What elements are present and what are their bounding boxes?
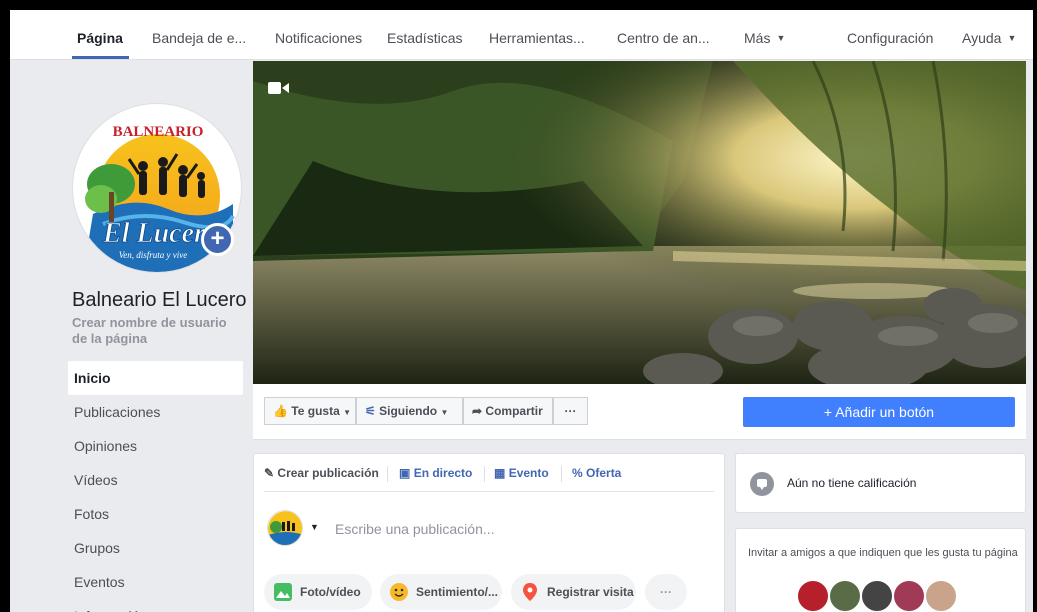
tab-offer-label: Oferta xyxy=(586,466,622,480)
following-button[interactable]: ⚟ Siguiendo ▼ xyxy=(356,397,463,425)
tab-separator xyxy=(484,466,485,482)
sidebar-item-fotos[interactable]: Fotos xyxy=(68,497,243,531)
feeling-label: Sentimiento/... xyxy=(416,585,499,599)
friend-avatar[interactable] xyxy=(860,579,894,612)
avatar-logo-image xyxy=(268,511,302,545)
nav-mas-label: Más xyxy=(744,30,771,46)
facebook-page-window: Página Bandeja de e... Notificaciones Es… xyxy=(10,10,1033,612)
nav-tab-bandeja[interactable]: Bandeja de e... xyxy=(152,30,246,46)
more-options-button[interactable]: ··· xyxy=(553,397,588,425)
caret-down-icon: ▼ xyxy=(776,33,786,43)
feeling-button[interactable]: Sentimiento/... xyxy=(380,574,502,610)
like-button-label: Te gusta xyxy=(291,404,340,418)
page-top-nav: Página Bandeja de e... Notificaciones Es… xyxy=(10,10,1033,60)
smiley-icon xyxy=(390,583,408,601)
add-button-cta[interactable]: + Añadir un botón xyxy=(743,397,1015,427)
invite-friends-card: Invitar a amigos a que indiquen que les … xyxy=(735,528,1026,612)
left-column: BALNEARIO El Lucero Ven, disfruta y vive… xyxy=(10,61,253,612)
nav-tab-notificaciones[interactable]: Notificaciones xyxy=(275,30,362,46)
sidebar-item-videos[interactable]: Vídeos xyxy=(68,463,243,497)
location-pin-icon xyxy=(523,583,537,601)
tab-separator xyxy=(387,466,388,482)
sidebar-item-informacion[interactable]: Información xyxy=(68,599,243,612)
rss-icon: ⚟ xyxy=(365,404,376,418)
friend-avatar[interactable] xyxy=(892,579,926,612)
check-in-label: Registrar visita xyxy=(547,585,634,599)
page-action-bar: 👍 Te gusta ▼ ⚟ Siguiendo ▼ ➦ Compartir ·… xyxy=(253,384,1026,440)
following-button-label: Siguiendo xyxy=(379,404,438,418)
nav-tab-estadisticas[interactable]: Estadísticas xyxy=(387,30,462,46)
sidebar-item-eventos[interactable]: Eventos xyxy=(68,565,243,599)
tab-live-label: En directo xyxy=(413,466,473,480)
tab-event-label: Evento xyxy=(508,466,549,480)
like-button[interactable]: 👍 Te gusta ▼ xyxy=(264,397,356,425)
audience-caret-icon[interactable]: ▼ xyxy=(310,522,319,532)
tab-create-post-label: Crear publicación xyxy=(277,466,379,480)
friend-avatar[interactable] xyxy=(924,579,958,612)
sidebar-item-opiniones[interactable]: Opiniones xyxy=(68,429,243,463)
share-arrow-icon: ➦ xyxy=(472,404,483,418)
photo-video-button[interactable]: Foto/vídeo xyxy=(264,574,372,610)
nav-tab-centro[interactable]: Centro de an... xyxy=(617,30,710,46)
rating-status-text: Aún no tiene calificación xyxy=(787,476,917,490)
nav-tab-pagina[interactable]: Página xyxy=(77,30,123,46)
photo-icon xyxy=(274,583,292,601)
cover-photo[interactable] xyxy=(253,61,1026,384)
sidebar-item-publicaciones[interactable]: Publicaciones xyxy=(68,395,243,429)
sidebar-item-inicio[interactable]: Inicio xyxy=(68,361,243,395)
tab-separator xyxy=(561,466,562,482)
caret-down-icon: ▼ xyxy=(440,408,449,417)
nav-tab-configuracion[interactable]: Configuración xyxy=(847,30,933,46)
sidebar-nav: Inicio Publicaciones Opiniones Vídeos Fo… xyxy=(68,361,243,612)
page-title: Balneario El Lucero xyxy=(72,289,247,311)
nav-tab-ayuda[interactable]: Ayuda ▼ xyxy=(962,30,1016,46)
percent-tag-icon: % xyxy=(572,466,583,480)
video-camera-icon[interactable] xyxy=(268,81,290,95)
nav-ayuda-label: Ayuda xyxy=(962,30,1002,46)
cover-river-image xyxy=(253,61,1026,384)
composer-divider xyxy=(264,491,714,492)
nav-tab-herramientas[interactable]: Herramientas... xyxy=(489,30,585,46)
friend-avatar[interactable] xyxy=(828,579,862,612)
caret-down-icon: ▼ xyxy=(1007,33,1017,43)
tab-create-post[interactable]: ✎ Crear publicación xyxy=(264,466,379,480)
rating-card: Aún no tiene calificación xyxy=(735,453,1026,513)
active-tab-underline xyxy=(72,56,129,59)
composer-avatar xyxy=(267,510,303,546)
tab-offer[interactable]: % Oferta xyxy=(572,466,621,480)
post-composer: ✎ Crear publicación ▣ En directo ▦ Event… xyxy=(253,453,725,612)
share-button-label: Compartir xyxy=(485,404,543,418)
invite-friends-text: Invitar a amigos a que indiquen que les … xyxy=(748,547,1018,559)
rating-speech-icon xyxy=(750,472,774,496)
caret-down-icon: ▼ xyxy=(343,408,352,417)
friend-avatar[interactable] xyxy=(796,579,830,612)
check-in-button[interactable]: Registrar visita xyxy=(511,574,636,610)
logo-top-text: BALNEARIO xyxy=(113,124,204,140)
post-input[interactable]: Escribe una publicación... xyxy=(335,521,495,537)
nav-tab-mas[interactable]: Más ▼ xyxy=(744,30,785,46)
photo-video-label: Foto/vídeo xyxy=(300,585,361,599)
pencil-icon: ✎ xyxy=(264,466,275,480)
calendar-icon: ▦ xyxy=(494,466,506,480)
add-photo-plus-icon[interactable]: + xyxy=(201,223,234,256)
create-username-link[interactable]: Crear nombre de usuario de la página xyxy=(72,315,242,347)
share-button[interactable]: ➦ Compartir xyxy=(463,397,553,425)
tab-live[interactable]: ▣ En directo xyxy=(399,466,472,480)
tab-event[interactable]: ▦ Evento xyxy=(494,466,549,480)
sidebar-item-grupos[interactable]: Grupos xyxy=(68,531,243,565)
more-composer-button[interactable]: ··· xyxy=(645,574,687,610)
live-video-icon: ▣ xyxy=(399,466,411,480)
thumbs-up-icon: 👍 xyxy=(273,404,288,418)
logo-tagline: Ven, disfruta y vive xyxy=(119,250,187,260)
